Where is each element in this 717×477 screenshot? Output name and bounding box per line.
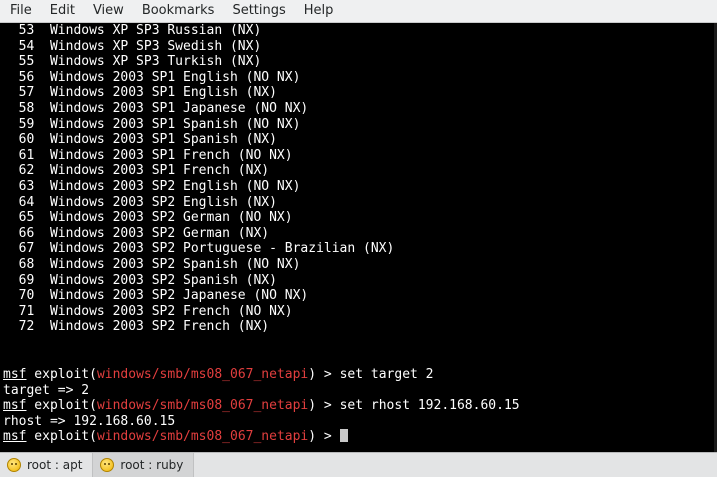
target-line-54: 54 Windows XP SP3 Swedish (NX): [3, 38, 262, 54]
target-line-61: 61 Windows 2003 SP1 French (NO NX): [3, 147, 293, 163]
module-name: windows/smb/ms08_067_netapi: [96, 367, 309, 382]
prompt-suffix: ) >: [308, 429, 340, 445]
smiley-icon: [7, 458, 21, 472]
target-line-69: 69 Windows 2003 SP2 Spanish (NX): [3, 272, 277, 288]
msf-prompt: msf: [3, 367, 27, 382]
target-line-66: 66 Windows 2003 SP2 German (NX): [3, 225, 270, 241]
prompt-line-3[interactable]: msf exploit(windows/smb/ms08_067_netapi)…: [3, 429, 348, 445]
target-line-58: 58 Windows 2003 SP1 Japanese (NO NX): [3, 101, 309, 116]
target-line-72: 72 Windows 2003 SP2 French (NX): [3, 319, 270, 335]
menu-help[interactable]: Help: [295, 0, 343, 22]
msf-prompt: msf: [3, 398, 27, 414]
target-line-60: 60 Windows 2003 SP1 Spanish (NX): [3, 132, 277, 148]
tab-label: root : apt: [27, 458, 83, 472]
menu-file[interactable]: File: [0, 0, 41, 22]
target-line-67: 67 Windows 2003 SP2 Portuguese - Brazili…: [3, 241, 395, 257]
target-line-53: 53 Windows XP SP3 Russian (NX): [3, 23, 262, 38]
prompt-exploit: exploit(: [26, 398, 97, 414]
target-line-70: 70 Windows 2003 SP2 Japanese (NO NX): [3, 288, 309, 304]
command-set-rhost: set rhost 192.168.60.15: [339, 398, 520, 414]
command-set-target: set target 2: [339, 367, 434, 382]
target-line-59: 59 Windows 2003 SP1 Spanish (NO NX): [3, 116, 301, 132]
output-rhost: rhost => 192.168.60.15: [3, 413, 176, 429]
prompt-suffix: ) >: [308, 367, 340, 382]
target-line-64: 64 Windows 2003 SP2 English (NX): [3, 194, 277, 210]
prompt-exploit: exploit(: [26, 367, 97, 382]
prompt-line-2: msf exploit(windows/smb/ms08_067_netapi)…: [3, 398, 520, 414]
target-line-56: 56 Windows 2003 SP1 English (NO NX): [3, 69, 301, 85]
target-line-57: 57 Windows 2003 SP1 English (NX): [3, 85, 277, 101]
output-target: target => 2: [3, 382, 90, 398]
tab-root-ruby[interactable]: root : ruby: [93, 453, 195, 477]
menu-settings[interactable]: Settings: [223, 0, 294, 22]
target-line-62: 62 Windows 2003 SP1 French (NX): [3, 163, 270, 179]
smiley-icon: [100, 458, 115, 472]
target-line-68: 68 Windows 2003 SP2 Spanish (NO NX): [3, 257, 301, 272]
prompt-line-1: msf exploit(windows/smb/ms08_067_netapi)…: [3, 367, 434, 383]
target-line-63: 63 Windows 2003 SP2 English (NO NX): [3, 179, 301, 194]
menu-bar: File Edit View Bookmarks Settings Help: [0, 0, 717, 23]
prompt-exploit: exploit(: [26, 429, 97, 445]
tab-root-apt[interactable]: root : apt: [0, 453, 94, 477]
target-line-65: 65 Windows 2003 SP2 German (NO NX): [3, 210, 293, 226]
session-tab-bar: root : apt root : ruby: [0, 452, 717, 477]
menu-bookmarks[interactable]: Bookmarks: [133, 0, 224, 22]
msf-prompt: msf: [3, 429, 27, 445]
prompt-suffix: ) >: [308, 398, 340, 414]
text-cursor: [339, 429, 348, 443]
target-line-55: 55 Windows XP SP3 Turkish (NX): [3, 54, 262, 70]
menu-view[interactable]: View: [84, 0, 133, 22]
module-name: windows/smb/ms08_067_netapi: [96, 429, 309, 445]
target-line-71: 71 Windows 2003 SP2 French (NO NX): [3, 303, 293, 319]
module-name: windows/smb/ms08_067_netapi: [96, 398, 309, 414]
terminal-output[interactable]: 53 Windows XP SP3 Russian (NX) 54 Window…: [0, 23, 717, 452]
menu-edit[interactable]: Edit: [41, 0, 84, 22]
tab-label: root : ruby: [120, 458, 184, 472]
